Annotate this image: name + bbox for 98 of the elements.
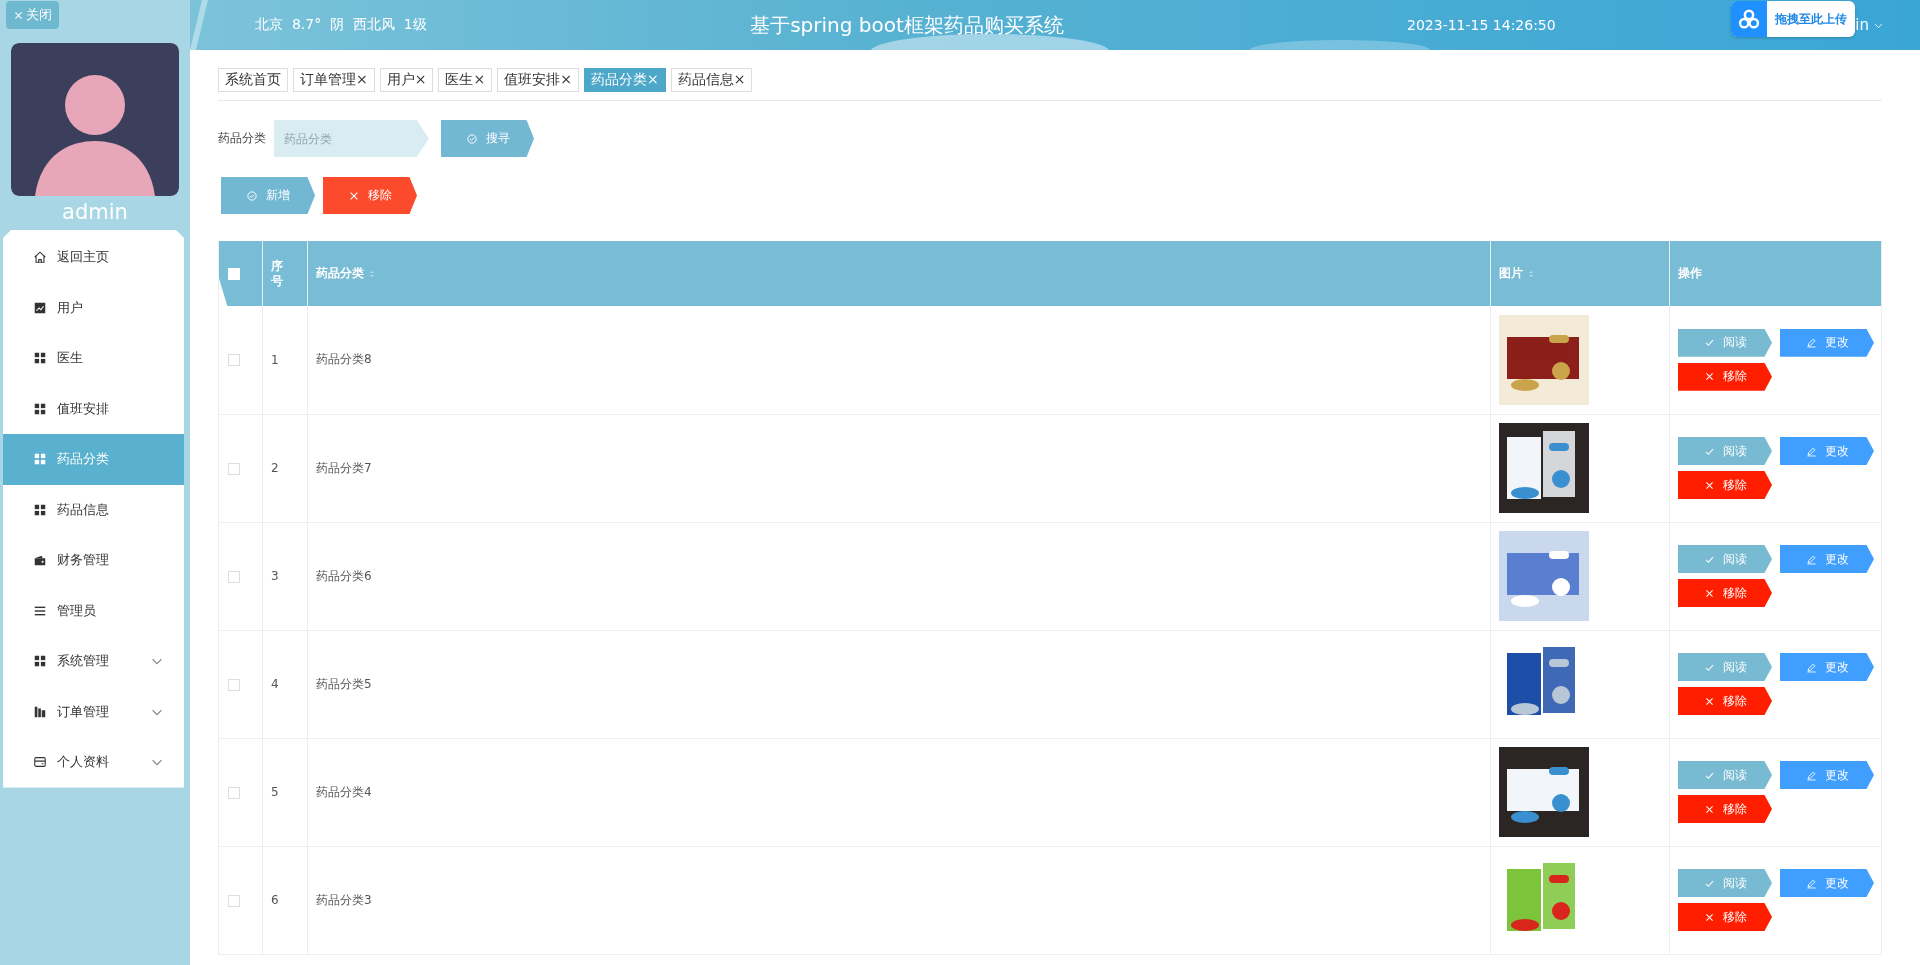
table-cell: 4 — [271, 677, 279, 691]
check-circle-icon — [246, 189, 258, 202]
table-cell: 3 — [271, 569, 279, 583]
pen-icon — [1805, 337, 1817, 349]
pen-icon — [1805, 769, 1817, 781]
tab[interactable]: 值班安排× — [497, 68, 579, 92]
table-cell: 6 — [271, 893, 279, 907]
column-header[interactable]: 图片 — [1499, 265, 1537, 282]
sidebar-item[interactable]: 药品信息 — [3, 484, 184, 535]
grid-icon — [33, 452, 47, 467]
wallet-icon — [33, 553, 47, 568]
chart-icon — [33, 300, 47, 315]
sidebar-item[interactable]: 返回主页 — [3, 232, 184, 283]
pen-icon — [1805, 661, 1817, 673]
sidebar-item[interactable]: 订单管理 — [3, 686, 184, 737]
table-cell: 5 — [271, 785, 279, 799]
table-cell: 药品分类6 — [316, 568, 372, 583]
remove-button[interactable]: 移除 — [1678, 362, 1772, 391]
close-icon — [1703, 803, 1715, 815]
remove-button[interactable]: 移除 — [1678, 687, 1772, 715]
checkbox[interactable] — [228, 354, 240, 367]
checkbox[interactable] — [228, 786, 240, 799]
view-button[interactable]: 阅读 — [1678, 545, 1772, 573]
close-icon — [1703, 479, 1715, 491]
search-field[interactable]: 药品分类 — [274, 120, 429, 157]
sidebar-item[interactable]: 医生 — [3, 333, 184, 384]
sidebar-item[interactable]: 用户 — [3, 282, 184, 333]
remove-button[interactable]: 移除 — [1678, 903, 1772, 931]
table-cell: 药品分类8 — [316, 352, 372, 367]
add-button[interactable]: 新增 — [221, 177, 315, 214]
datetime-text: 2023-11-15 14:26:50 — [1407, 17, 1556, 33]
card-icon — [33, 755, 47, 770]
table-cell: 2 — [271, 461, 279, 475]
sidebar-item[interactable]: 个人资料 — [3, 737, 184, 788]
table-cell: 药品分类3 — [316, 892, 372, 907]
view-button[interactable]: 阅读 — [1678, 328, 1772, 357]
remove-button[interactable]: 移除 — [323, 177, 417, 214]
home-icon — [33, 250, 47, 265]
tab[interactable]: 系统首页 — [218, 68, 288, 92]
edit-button[interactable]: 更改 — [1780, 545, 1874, 573]
app-title: 基于spring boot框架药品购买系统 — [749, 11, 1065, 39]
sidebar-item[interactable]: 值班安排 — [3, 383, 184, 434]
bar-chart-icon — [33, 704, 47, 719]
pen-icon — [1805, 877, 1817, 889]
user-menu[interactable]: in — [1855, 16, 1884, 34]
column-header[interactable]: 操作 — [1678, 265, 1702, 282]
checkbox[interactable] — [228, 894, 240, 907]
grid-icon — [33, 351, 47, 366]
close-icon — [1703, 371, 1715, 383]
search-button[interactable]: 搜寻 — [441, 120, 534, 157]
edit-button[interactable]: 更改 — [1780, 328, 1874, 357]
pen-icon — [1805, 553, 1817, 565]
edit-button[interactable]: 更改 — [1780, 437, 1874, 465]
search-label: 药品分类 — [218, 130, 266, 147]
sidebar-item[interactable]: 管理员 — [3, 585, 184, 636]
view-button[interactable]: 阅读 — [1678, 869, 1772, 897]
tab[interactable]: 医生× — [438, 68, 493, 92]
tab[interactable]: 药品分类× — [583, 68, 666, 92]
tab[interactable]: 药品信息× — [670, 68, 753, 92]
close-icon — [13, 9, 24, 21]
check-circle-icon — [465, 132, 478, 145]
view-button[interactable]: 阅读 — [1678, 653, 1772, 681]
view-button[interactable]: 阅读 — [1678, 437, 1772, 465]
table-cell: 药品分类5 — [316, 676, 372, 691]
grid-icon — [33, 502, 47, 517]
sidebar-item[interactable]: 药品分类 — [3, 434, 184, 485]
sidebar-item[interactable]: 财务管理 — [3, 535, 184, 586]
edit-button[interactable]: 更改 — [1780, 761, 1874, 789]
column-header[interactable]: 序号 — [271, 259, 285, 288]
grid-icon — [33, 401, 47, 416]
table-cell: 药品分类7 — [316, 460, 372, 475]
column-header[interactable]: 药品分类 — [316, 265, 378, 282]
checkbox[interactable] — [228, 678, 240, 691]
remove-button[interactable]: 移除 — [1678, 579, 1772, 607]
close-icon — [1703, 587, 1715, 599]
close-icon — [1703, 695, 1715, 707]
user-name: admin — [62, 200, 128, 224]
remove-button[interactable]: 移除 — [1678, 795, 1772, 823]
tab[interactable]: 用户× — [379, 68, 434, 92]
cloud-icon — [1738, 8, 1760, 30]
pen-icon — [1805, 445, 1817, 457]
checkbox[interactable] — [228, 570, 240, 583]
edit-button[interactable]: 更改 — [1780, 653, 1874, 681]
tab[interactable]: 订单管理× — [293, 68, 375, 92]
checkbox[interactable] — [228, 268, 240, 280]
weather-text: 北京 8.7° 阴 西北风 1级 — [255, 16, 428, 34]
table-cell: 药品分类4 — [316, 784, 372, 799]
grid-icon — [33, 654, 47, 669]
table-cell: 1 — [271, 352, 279, 367]
close-button[interactable]: 关闭 — [6, 1, 59, 29]
upload-widget[interactable]: 拖拽至此上传 — [1731, 1, 1855, 37]
remove-button[interactable]: 移除 — [1678, 471, 1772, 499]
sidebar-item[interactable]: 系统管理 — [3, 636, 184, 687]
checkbox[interactable] — [228, 462, 240, 475]
check-icon — [1703, 337, 1715, 349]
close-icon — [1703, 911, 1715, 923]
view-button[interactable]: 阅读 — [1678, 761, 1772, 789]
edit-button[interactable]: 更改 — [1780, 869, 1874, 897]
